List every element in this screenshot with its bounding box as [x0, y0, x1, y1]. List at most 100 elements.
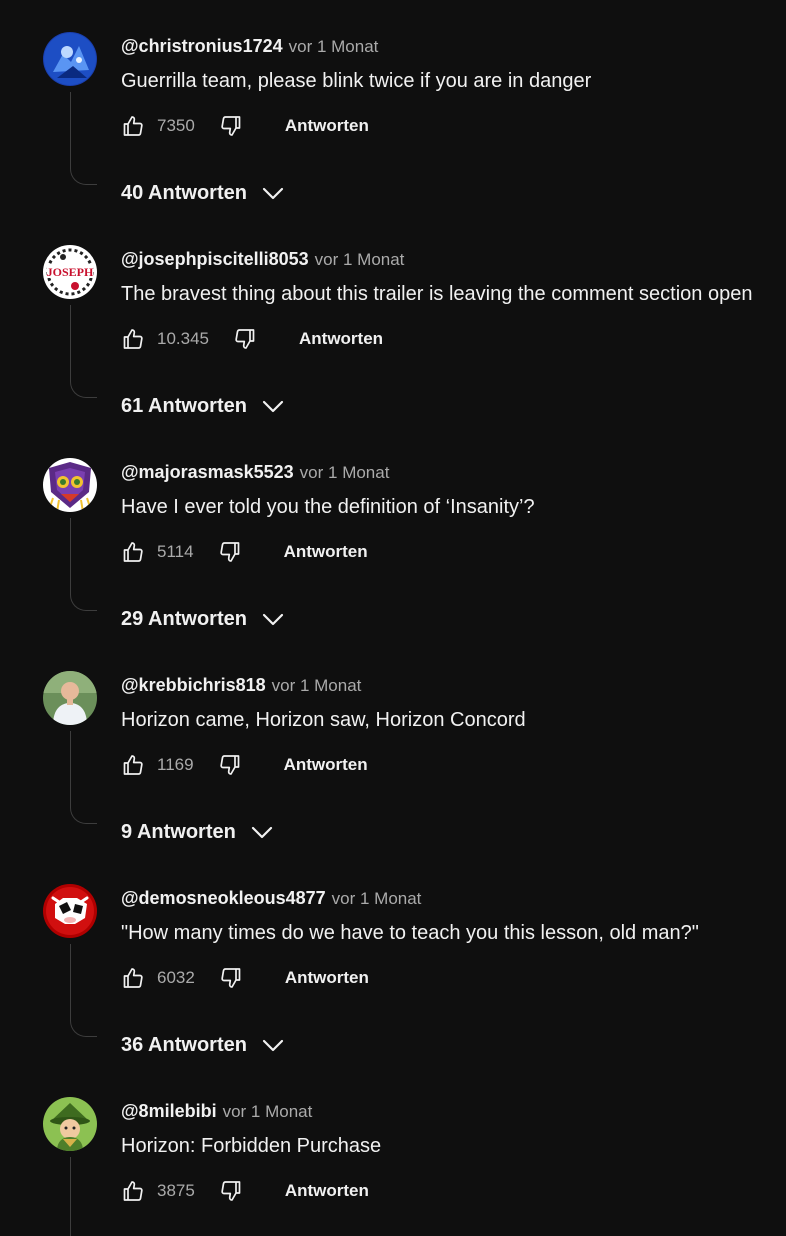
- comment-time[interactable]: vor 1 Monat: [272, 676, 362, 695]
- chevron-down-icon: [261, 1033, 285, 1057]
- comment-time[interactable]: vor 1 Monat: [223, 1102, 313, 1121]
- dislike-button[interactable]: [219, 114, 243, 138]
- avatar[interactable]: [43, 32, 97, 86]
- reply-button[interactable]: Antworten: [285, 1181, 369, 1201]
- author-handle[interactable]: @josephpiscitelli8053: [121, 249, 309, 269]
- comment-text: Horizon came, Horizon saw, Horizon Conco…: [121, 709, 526, 731]
- comment-thread: JOSEPH @josephpiscitelli8053 vor 1 Monat …: [0, 245, 786, 458]
- dislike-button[interactable]: [218, 753, 242, 777]
- comment-header: @christronius1724 vor 1 Monat: [121, 35, 378, 59]
- thread-connector: [70, 944, 97, 1037]
- comment-thread: @krebbichris818 vor 1 Monat Horizon came,…: [0, 671, 786, 884]
- thumbs-down-icon: [221, 116, 241, 136]
- show-replies-button[interactable]: 40 Antworten: [121, 181, 285, 205]
- thumbs-up-icon: [123, 1181, 143, 1201]
- comment-actions: 3875 Antworten: [121, 1178, 369, 1204]
- thumbs-up-icon: [123, 542, 143, 562]
- dislike-button[interactable]: [218, 540, 242, 564]
- reply-button[interactable]: Antworten: [299, 329, 383, 349]
- comment-time[interactable]: vor 1 Monat: [300, 463, 390, 482]
- like-count: 3875: [157, 1181, 195, 1200]
- replies-count-label: 36 Antworten: [121, 1033, 247, 1056]
- like-button[interactable]: [121, 114, 145, 138]
- comment-text: Guerrilla team, please blink twice if yo…: [121, 70, 592, 92]
- thumbs-up-icon: [123, 755, 143, 775]
- comment-text: Horizon: Forbidden Purchase: [121, 1135, 382, 1157]
- comment-header: @majorasmask5523 vor 1 Monat: [121, 461, 389, 485]
- like-count: 1169: [157, 755, 194, 774]
- comment-header: @krebbichris818 vor 1 Monat: [121, 674, 361, 698]
- comment-text: Have I ever told you the definition of ‘…: [121, 496, 535, 518]
- dislike-button[interactable]: [233, 327, 257, 351]
- author-handle[interactable]: @christronius1724: [121, 36, 283, 56]
- like-button[interactable]: [121, 1179, 145, 1203]
- author-handle[interactable]: @majorasmask5523: [121, 462, 294, 482]
- comment-thread: @8milebibi vor 1 Monat Horizon: Forbidden…: [0, 1097, 786, 1236]
- svg-text:JOSEPH: JOSEPH: [47, 265, 94, 279]
- avatar[interactable]: [43, 884, 97, 938]
- replies-count-label: 9 Antworten: [121, 820, 236, 843]
- red-cow-avatar-icon: [43, 884, 97, 938]
- majoras-mask-avatar-icon: [43, 458, 97, 512]
- green-character-avatar-icon: [43, 1097, 97, 1151]
- thread-connector: [70, 1157, 97, 1236]
- comment-time[interactable]: vor 1 Monat: [289, 37, 379, 56]
- comment-actions: 1169 Antworten: [121, 752, 368, 778]
- thread-connector: [70, 92, 97, 185]
- comment-time[interactable]: vor 1 Monat: [332, 889, 422, 908]
- thumbs-down-icon: [235, 329, 255, 349]
- like-count: 5114: [157, 542, 194, 561]
- avatar[interactable]: JOSEPH: [43, 245, 97, 299]
- comment-thread: @majorasmask5523 vor 1 Monat Have I ever …: [0, 458, 786, 671]
- reply-button[interactable]: Antworten: [285, 116, 369, 136]
- show-replies-button[interactable]: 9 Antworten: [121, 820, 274, 844]
- comment-time[interactable]: vor 1 Monat: [315, 250, 405, 269]
- comment-actions: 6032 Antworten: [121, 965, 369, 991]
- dislike-button[interactable]: [219, 966, 243, 990]
- dislike-button[interactable]: [219, 1179, 243, 1203]
- like-button[interactable]: [121, 966, 145, 990]
- avatar[interactable]: [43, 1097, 97, 1151]
- author-handle[interactable]: @krebbichris818: [121, 675, 266, 695]
- like-button[interactable]: [121, 540, 145, 564]
- reply-button[interactable]: Antworten: [285, 968, 369, 988]
- thread-connector: [70, 305, 97, 398]
- show-replies-button[interactable]: 61 Antworten: [121, 394, 285, 418]
- chevron-down-icon: [261, 394, 285, 418]
- comment-thread: @demosneokleous4877 vor 1 Monat "How many…: [0, 884, 786, 1097]
- thread-connector: [70, 518, 97, 611]
- show-replies-button[interactable]: 36 Antworten: [121, 1033, 285, 1057]
- replies-count-label: 29 Antworten: [121, 607, 247, 630]
- comment-text: "How many times do we have to teach you …: [121, 922, 699, 944]
- reply-button[interactable]: Antworten: [284, 755, 368, 775]
- replies-count-label: 40 Antworten: [121, 181, 247, 204]
- author-handle[interactable]: @demosneokleous4877: [121, 888, 326, 908]
- joseph-logo-avatar-icon: JOSEPH: [43, 245, 97, 299]
- comment-text: The bravest thing about this trailer is …: [121, 283, 753, 305]
- comment-header: @8milebibi vor 1 Monat: [121, 1100, 312, 1124]
- author-handle[interactable]: @8milebibi: [121, 1101, 217, 1121]
- like-count: 7350: [157, 116, 195, 135]
- like-button[interactable]: [121, 753, 145, 777]
- thread-connector: [70, 731, 97, 824]
- person-photo-avatar-icon: [43, 671, 97, 725]
- thumbs-up-icon: [123, 968, 143, 988]
- avatar[interactable]: [43, 671, 97, 725]
- comment-header: @demosneokleous4877 vor 1 Monat: [121, 887, 421, 911]
- show-replies-button[interactable]: 29 Antworten: [121, 607, 285, 631]
- chevron-down-icon: [250, 820, 274, 844]
- avatar[interactable]: [43, 458, 97, 512]
- blue-robot-avatar-icon: [43, 32, 97, 86]
- reply-button[interactable]: Antworten: [284, 542, 368, 562]
- comment-actions: 7350 Antworten: [121, 113, 369, 139]
- like-count: 6032: [157, 968, 195, 987]
- thumbs-up-icon: [123, 116, 143, 136]
- thumbs-down-icon: [221, 968, 241, 988]
- like-button[interactable]: [121, 327, 145, 351]
- thumbs-up-icon: [123, 329, 143, 349]
- chevron-down-icon: [261, 607, 285, 631]
- thumbs-down-icon: [221, 1181, 241, 1201]
- comment-actions: 10.345 Antworten: [121, 326, 383, 352]
- chevron-down-icon: [261, 181, 285, 205]
- comment-header: @josephpiscitelli8053 vor 1 Monat: [121, 248, 404, 272]
